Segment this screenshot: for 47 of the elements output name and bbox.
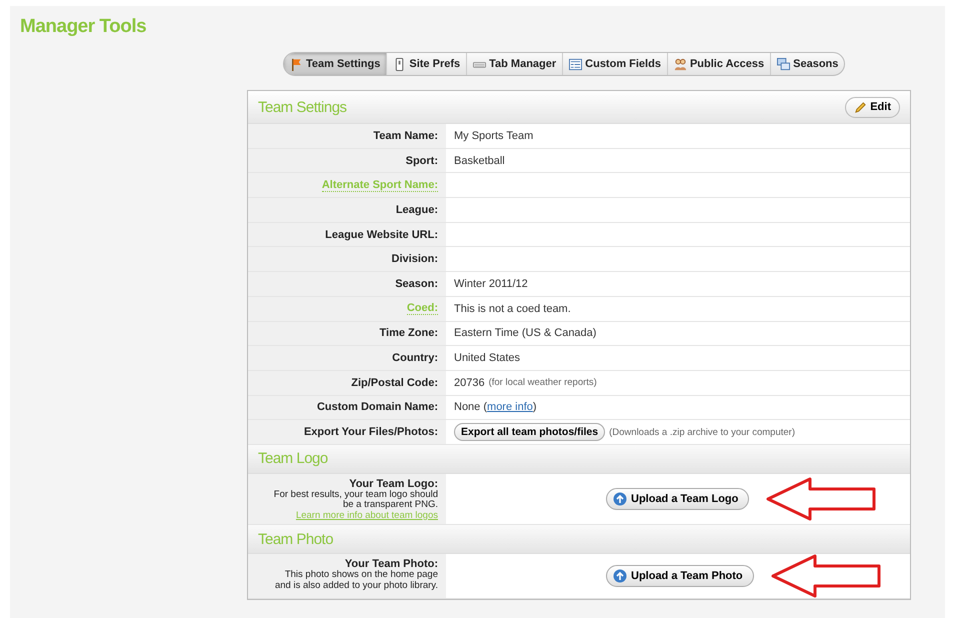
tab[interactable]: Team Settings <box>284 53 388 75</box>
tab[interactable]: Seasons <box>771 53 844 75</box>
field-label: Export Your Files/Photos: <box>304 426 438 438</box>
upload-icon <box>613 569 627 584</box>
tab[interactable]: Site Prefs <box>387 53 468 75</box>
field-value: Eastern Time (US & Canada) <box>454 327 596 340</box>
upload-icon <box>613 492 627 506</box>
tab[interactable]: Custom Fields <box>563 53 668 75</box>
field-label: Country: <box>392 352 438 364</box>
field-label: Sport: <box>406 154 438 167</box>
field-value: Basketball <box>454 154 505 167</box>
section-title: Team Logo <box>258 450 328 468</box>
flag-icon <box>290 58 303 70</box>
more-info-link[interactable]: more info <box>487 401 533 414</box>
field-note: (for local weather reports) <box>488 377 597 388</box>
upload-button[interactable]: Upload a Team Photo <box>606 565 754 588</box>
field-value: This is not a coed team. <box>454 302 571 315</box>
page-title: Manager Tools <box>19 15 148 39</box>
field-label: Your Team Logo: <box>349 478 438 490</box>
field-label: Zip/Postal Code: <box>351 376 438 389</box>
field-label: Season: <box>395 278 438 290</box>
field-value: Winter 2011/12 <box>454 278 528 290</box>
field-value: 20736 <box>454 376 485 389</box>
field-label: League Website URL: <box>325 228 438 241</box>
field-value: My Sports Team <box>454 130 534 142</box>
field-description: This photo shows on the home page and is also added to your photo library. <box>274 570 438 592</box>
field-label: Time Zone: <box>380 327 438 340</box>
field-value: United States <box>454 352 520 364</box>
panel-title: Team Settings <box>258 98 347 116</box>
tab[interactable]: Tab Manager <box>467 53 564 75</box>
field-label: Division: <box>392 253 438 266</box>
upload-button[interactable]: Upload a Team Logo <box>606 488 750 510</box>
field-label: Custom Domain Name: <box>316 401 438 414</box>
form-icon <box>569 58 582 70</box>
field-label: Team Name: <box>373 130 438 142</box>
field-label: Your Team Photo: <box>344 558 438 570</box>
windows-icon <box>777 58 790 70</box>
field-description: For best results, your team logo should be a transparent PNG. <box>272 490 438 511</box>
edit-button[interactable]: Edit <box>845 96 900 118</box>
people-icon <box>674 58 687 70</box>
field-value: None (more info) <box>454 401 537 414</box>
section-title: Team Photo <box>258 530 334 548</box>
pencil-icon <box>854 100 868 114</box>
field-label: League: <box>396 204 438 216</box>
export-button[interactable]: Export all team photos/files <box>454 423 606 442</box>
field-note: (Downloads a .zip archive to your computer) <box>609 426 795 438</box>
tab[interactable]: Public Access <box>668 53 772 75</box>
